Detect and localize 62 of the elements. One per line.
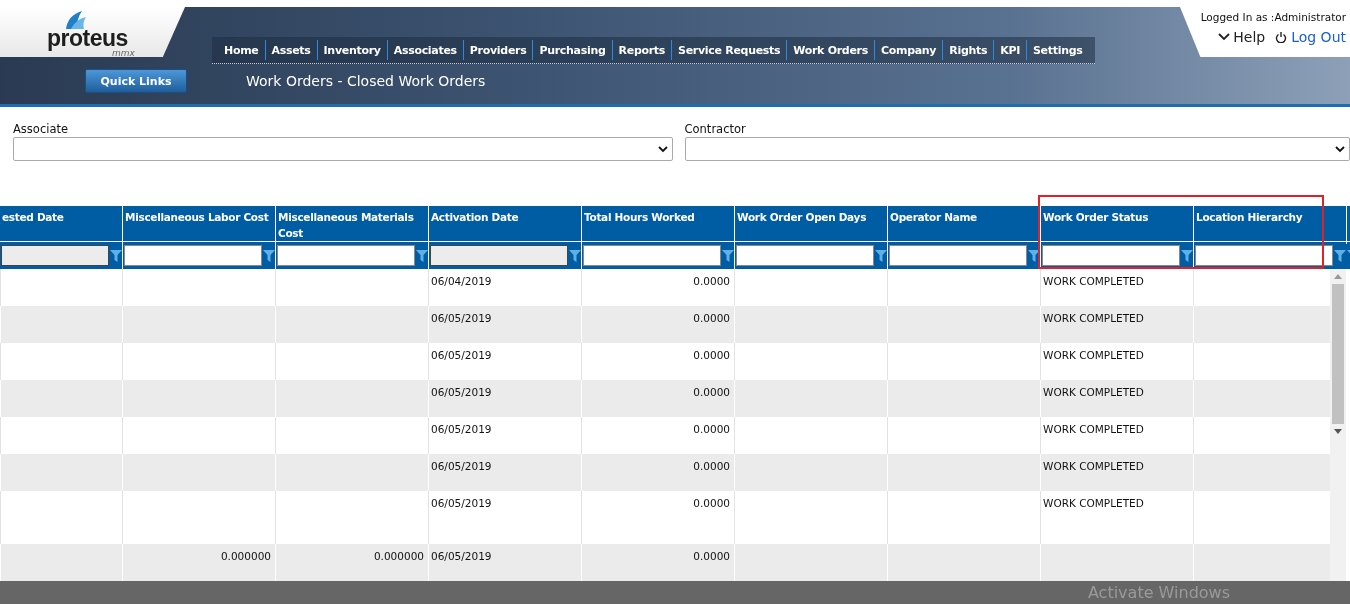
scroll-down-icon[interactable]	[1334, 429, 1342, 434]
filter-field[interactable]	[889, 245, 1027, 266]
nav-item[interactable]: Company	[874, 43, 943, 57]
table-cell: 06/05/2019	[431, 497, 492, 509]
table-cell: 0.000000	[220, 550, 271, 562]
logout-link[interactable]: Log Out	[1275, 29, 1346, 45]
filter-label: Associate	[13, 122, 70, 136]
chevron-down-icon[interactable]	[1218, 33, 1231, 41]
table-cell: WORK COMPLETED	[1043, 497, 1144, 509]
table-cell: 06/05/2019	[431, 460, 492, 472]
scroll-up-icon[interactable]	[1334, 274, 1342, 279]
logo-subtext: mmx	[112, 48, 135, 58]
nav-item[interactable]: Purchasing	[533, 43, 612, 57]
nav-item[interactable]: Settings	[1026, 43, 1089, 57]
nav-item[interactable]: Associates	[387, 43, 463, 57]
filter-field[interactable]	[277, 245, 415, 266]
nav-item[interactable]: Rights	[943, 43, 994, 57]
table-cell: 0.0000	[693, 497, 730, 509]
nav-item[interactable]: Work Orders	[787, 43, 874, 57]
filter-field[interactable]	[1042, 245, 1180, 266]
table-cell: 06/05/2019	[431, 550, 492, 562]
table-cell: 0.0000	[693, 386, 730, 398]
table-cell: 0.000000	[373, 550, 424, 562]
filter-label: Contractor	[684, 122, 747, 136]
quick-links-button[interactable]: Quick Links	[85, 69, 187, 93]
nav-item[interactable]: Assets	[265, 43, 317, 57]
nav-item[interactable]: Providers	[463, 43, 533, 57]
table-cell: 06/04/2019	[431, 275, 492, 287]
table-cell: WORK COMPLETED	[1043, 386, 1144, 398]
logged-in-text: Logged In as :Administrator	[1200, 11, 1346, 23]
nav-item[interactable]: Reports	[612, 43, 672, 57]
table-cell: 0.0000	[693, 423, 730, 435]
column-header[interactable]: ested Date	[0, 206, 122, 244]
filter-field[interactable]	[124, 245, 262, 266]
help-link[interactable]: Help	[1218, 29, 1266, 45]
nav-item[interactable]: KPI	[994, 43, 1026, 57]
dropdown-field[interactable]	[684, 137, 1350, 161]
table-cell: WORK COMPLETED	[1043, 312, 1144, 324]
table-cell: 0.0000	[693, 312, 730, 324]
table-cell: 06/05/2019	[431, 423, 492, 435]
logo-text: proteus	[47, 25, 128, 51]
table-cell: 06/05/2019	[431, 349, 492, 361]
filter-field[interactable]	[1195, 245, 1333, 266]
table-cell: 06/05/2019	[431, 312, 492, 324]
nav-item[interactable]: Home	[218, 43, 265, 57]
table-cell: WORK COMPLETED	[1043, 275, 1144, 287]
table-cell: WORK COMPLETED	[1043, 349, 1144, 361]
dropdown-field[interactable]	[13, 137, 673, 161]
power-icon[interactable]	[1275, 31, 1288, 43]
table-cell: 0.0000	[693, 349, 730, 361]
table-cell: 06/05/2019	[431, 386, 492, 398]
nav-item[interactable]: Inventory	[317, 43, 387, 57]
scrollbar[interactable]	[1330, 269, 1346, 581]
page-title: Work Orders - Closed Work Orders	[246, 73, 486, 89]
table-cell: 0.0000	[693, 550, 730, 562]
filter-field[interactable]	[583, 245, 721, 266]
nav-item[interactable]: Service Requests	[672, 43, 787, 57]
filter-field[interactable]	[736, 245, 874, 266]
table-cell: WORK COMPLETED	[1043, 460, 1144, 472]
table-cell: 0.0000	[693, 460, 730, 472]
table-cell: 0.0000	[693, 275, 730, 287]
table-cell: WORK COMPLETED	[1043, 423, 1144, 435]
